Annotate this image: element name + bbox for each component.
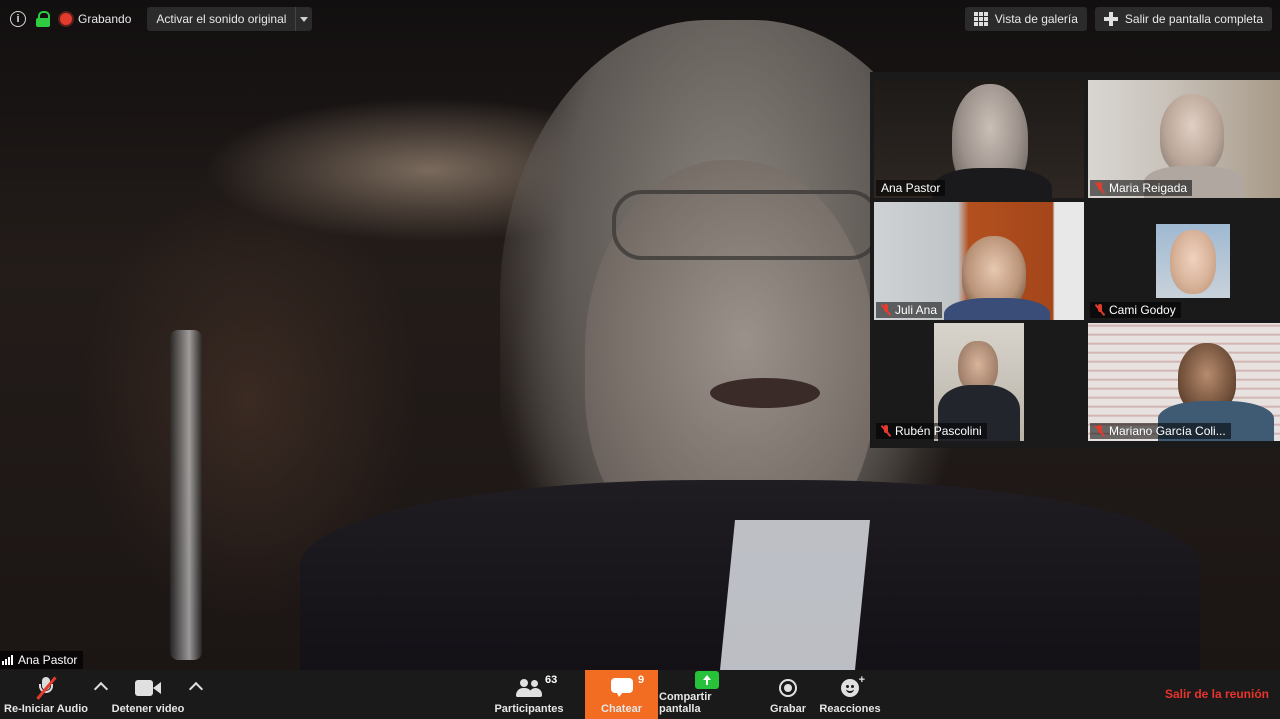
chevron-down-icon bbox=[300, 16, 309, 22]
original-sound-dropdown[interactable] bbox=[295, 7, 312, 31]
exit-fullscreen-icon bbox=[1103, 12, 1118, 26]
audio-label: Re-Iniciar Audio bbox=[4, 703, 88, 715]
muted-mic-icon bbox=[1095, 425, 1105, 437]
record-button[interactable]: Grabar bbox=[764, 670, 812, 719]
chat-label: Chatear bbox=[601, 703, 642, 715]
reaction-smiley-icon: + bbox=[841, 674, 865, 697]
participant-video bbox=[1160, 94, 1224, 174]
audio-options-chevron-up-icon[interactable] bbox=[93, 681, 109, 697]
muted-mic-icon bbox=[881, 304, 891, 316]
leave-meeting-button[interactable]: Salir de la reunión bbox=[1165, 687, 1269, 701]
lock-icon[interactable] bbox=[34, 10, 52, 28]
participants-button[interactable]: Participantes 63 bbox=[493, 670, 565, 719]
share-screen-button[interactable]: Compartir pantalla bbox=[659, 670, 755, 719]
participant-name: Juli Ana bbox=[895, 303, 938, 317]
recording-label: Grabando bbox=[78, 12, 132, 26]
meeting-top-bar: i Grabando Activar el sonido original Vi… bbox=[0, 0, 1280, 38]
participants-icon bbox=[516, 679, 542, 697]
participant-name-tag: Juli Ana bbox=[876, 302, 943, 318]
participant-name-tag: Cami Godoy bbox=[1090, 302, 1181, 318]
chat-button[interactable]: Chatear 9 bbox=[585, 670, 658, 719]
original-sound-control[interactable]: Activar el sonido original bbox=[147, 7, 313, 31]
muted-mic-icon bbox=[1095, 182, 1105, 194]
main-speaker-name: Ana Pastor bbox=[18, 653, 78, 667]
recording-icon bbox=[60, 13, 72, 25]
info-icon[interactable]: i bbox=[10, 11, 26, 27]
participant-name-tag: Maria Reigada bbox=[1090, 180, 1193, 196]
exit-fullscreen-label: Salir de pantalla completa bbox=[1124, 12, 1263, 26]
chat-icon bbox=[610, 678, 633, 698]
participant-tile[interactable]: Maria Reigada bbox=[1088, 80, 1280, 198]
original-sound-button[interactable]: Activar el sonido original bbox=[147, 7, 295, 31]
meeting-toolbar: Re-Iniciar Audio Detener video Participa… bbox=[0, 670, 1280, 719]
video-options-chevron-up-icon[interactable] bbox=[188, 681, 204, 697]
participant-body bbox=[932, 168, 1052, 198]
participant-tile[interactable]: Ana Pastor bbox=[874, 80, 1084, 198]
video-button[interactable]: Detener video bbox=[108, 670, 188, 719]
speaker-mouth bbox=[710, 378, 820, 408]
muted-mic-icon bbox=[36, 676, 57, 700]
background-lamp bbox=[170, 330, 202, 660]
gallery-view-button[interactable]: Vista de galería bbox=[964, 7, 1087, 31]
gallery-view-label: Vista de galería bbox=[994, 12, 1078, 26]
reactions-button[interactable]: + Reacciones bbox=[818, 670, 882, 719]
muted-mic-icon bbox=[1095, 304, 1105, 316]
speaker-glasses bbox=[612, 190, 880, 260]
participants-label: Participantes bbox=[494, 703, 564, 715]
participant-tile[interactable]: Cami Godoy bbox=[1088, 202, 1280, 320]
participant-name: Maria Reigada bbox=[1109, 181, 1188, 195]
participant-name-tag: Ana Pastor bbox=[876, 180, 946, 196]
chat-unread-count: 9 bbox=[638, 674, 645, 686]
participant-tile[interactable]: Rubén Pascolini bbox=[874, 323, 1084, 441]
participant-name: Ana Pastor bbox=[881, 181, 941, 195]
participant-tile[interactable]: Mariano García Coli... bbox=[1088, 323, 1280, 441]
participant-name: Cami Godoy bbox=[1109, 303, 1176, 317]
gallery-panel: Ana Pastor Maria Reigada Juli Ana Cami G… bbox=[870, 72, 1280, 448]
share-screen-label: Compartir pantalla bbox=[659, 691, 712, 715]
record-icon bbox=[779, 679, 797, 697]
participant-body bbox=[944, 298, 1050, 320]
share-screen-icon bbox=[695, 670, 719, 689]
participant-name: Rubén Pascolini bbox=[895, 424, 982, 438]
camera-icon bbox=[135, 680, 161, 696]
participant-name-tag: Rubén Pascolini bbox=[876, 423, 987, 439]
grid-icon bbox=[973, 12, 988, 26]
main-speaker-name-tag: Ana Pastor bbox=[0, 651, 84, 669]
muted-mic-icon bbox=[881, 425, 891, 437]
reactions-label: Reacciones bbox=[819, 703, 881, 715]
participant-name: Mariano García Coli... bbox=[1109, 424, 1226, 438]
signal-strength-icon bbox=[2, 655, 13, 665]
participant-name-tag: Mariano García Coli... bbox=[1090, 423, 1231, 439]
record-label: Grabar bbox=[769, 703, 807, 715]
video-label: Detener video bbox=[111, 703, 185, 715]
participant-tile[interactable]: Juli Ana bbox=[874, 202, 1084, 320]
recording-indicator: Grabando bbox=[60, 12, 131, 26]
speaker-collar bbox=[720, 520, 870, 670]
participants-count: 63 bbox=[545, 674, 558, 686]
audio-button[interactable]: Re-Iniciar Audio bbox=[0, 670, 92, 719]
exit-fullscreen-button[interactable]: Salir de pantalla completa bbox=[1094, 7, 1272, 31]
participant-video bbox=[1156, 224, 1230, 298]
